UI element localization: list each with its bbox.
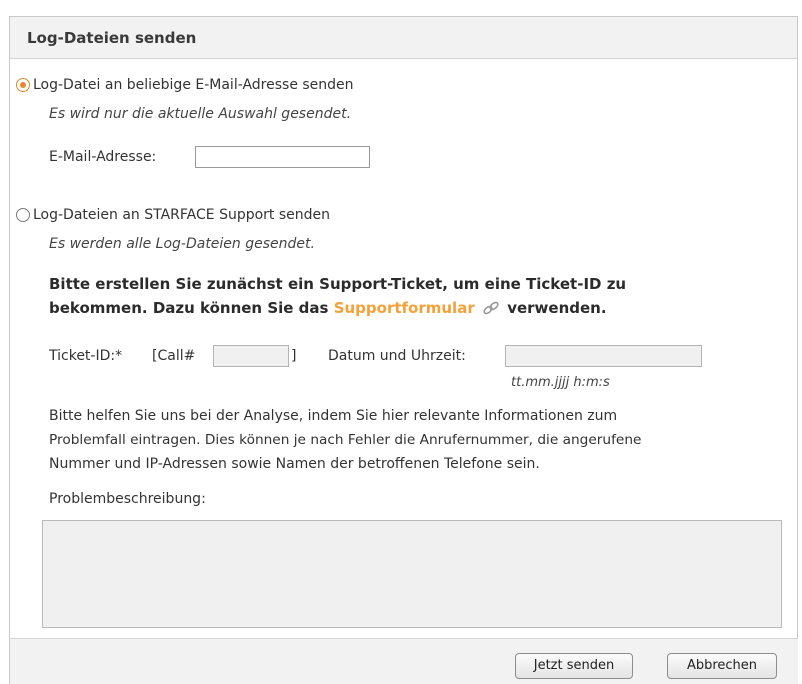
send-button[interactable]: Jetzt senden	[515, 653, 633, 679]
support-instruction-end: verwenden.	[507, 299, 607, 317]
ticket-id-label: Ticket-ID:*	[49, 348, 123, 364]
email-address-label: E-Mail-Adresse:	[49, 149, 157, 165]
support-option-note: Es werden alle Log-Dateien gesendet.	[49, 236, 315, 252]
email-address-input[interactable]	[195, 146, 370, 168]
email-option-label[interactable]: Log-Datei an beliebige E-Mail-Adresse se…	[33, 77, 354, 93]
help-text-line1: Bitte helfen Sie uns bei der Analyse, in…	[49, 408, 618, 424]
help-text-line3: Nummer und IP-Adressen sowie Namen der b…	[49, 456, 540, 472]
datetime-input[interactable]	[505, 345, 702, 367]
dialog-title: Log-Dateien senden	[10, 17, 797, 59]
radio-email-option[interactable]	[16, 78, 30, 92]
datetime-hint: tt.mm.jjjj h:m:s	[511, 375, 610, 390]
support-instruction-line1: Bitte erstellen Sie zunächst ein Support…	[49, 275, 627, 293]
support-instruction-line2: bekommen. Dazu können Sie das Supportfor…	[49, 299, 607, 320]
help-text-line2: Problemfall eintragen. Dies können je na…	[49, 432, 642, 448]
radio-support-option[interactable]	[16, 208, 30, 222]
cancel-button[interactable]: Abbrechen	[667, 653, 777, 679]
problem-description-input[interactable]	[42, 520, 782, 628]
datetime-label: Datum und Uhrzeit:	[328, 348, 466, 364]
external-link-icon[interactable]	[482, 300, 500, 320]
support-instruction-text: bekommen. Dazu können Sie das	[49, 299, 334, 317]
call-suffix: ]	[291, 348, 297, 364]
email-option-note: Es wird nur die aktuelle Auswahl gesende…	[49, 106, 352, 122]
support-option-label[interactable]: Log-Dateien an STARFACE Support senden	[33, 207, 330, 223]
problem-description-label: Problembeschreibung:	[49, 491, 206, 507]
ticket-id-input[interactable]	[213, 345, 289, 367]
call-prefix: [Call#	[152, 348, 196, 364]
support-form-link[interactable]: Supportformular	[334, 299, 475, 317]
